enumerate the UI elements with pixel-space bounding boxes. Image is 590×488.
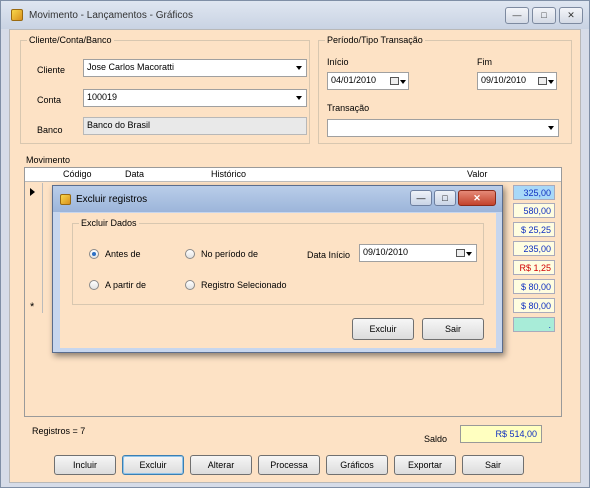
valor-cell[interactable]: R$ 1,25 (513, 260, 555, 275)
radio-button[interactable] (185, 249, 195, 259)
dialog-titlebar[interactable]: Excluir registros — □ ✕ (53, 186, 502, 212)
dialog-sair-button[interactable]: Sair (422, 318, 484, 340)
cliente-combo[interactable]: Jose Carlos Macoratti (83, 59, 307, 77)
periodo-group-title: Período/Tipo Transação (325, 35, 425, 45)
fim-datepicker[interactable]: 09/10/2010 (477, 72, 557, 90)
excluir-registros-dialog: Excluir registros — □ ✕ Excluir Dados An… (52, 185, 503, 353)
dialog-close-button[interactable]: ✕ (458, 190, 496, 206)
valor-cell[interactable]: 325,00 (513, 185, 555, 200)
conta-value: 100019 (87, 92, 118, 102)
dialog-excluir-button[interactable]: Excluir (352, 318, 414, 340)
incluir-button[interactable]: Incluir (54, 455, 116, 475)
saldo-value: R$ 514,00 (460, 425, 542, 443)
radio-no-periodo[interactable]: No período de (185, 249, 258, 259)
radio-a-partir-de[interactable]: A partir de (89, 280, 146, 290)
data-inicio-datepicker[interactable]: 09/10/2010 (359, 244, 477, 262)
new-row-marker: * (30, 301, 35, 313)
window-title: Movimento - Lançamentos - Gráficos (29, 10, 193, 21)
no-periodo-label: No período de (201, 249, 259, 259)
valor-cell[interactable]: $ 80,00 (513, 298, 555, 313)
chevron-down-icon (548, 126, 554, 130)
radio-button-checked[interactable] (89, 249, 99, 259)
main-titlebar[interactable]: Movimento - Lançamentos - Gráficos — □ ✕ (1, 1, 589, 29)
saldo-label: Saldo (424, 434, 448, 444)
excluir-dados-title: Excluir Dados (79, 218, 139, 228)
chevron-down-icon (548, 80, 554, 84)
minimize-button[interactable]: — (505, 7, 529, 24)
fim-label: Fim (477, 57, 492, 67)
excluir-dados-groupbox: Excluir Dados Antes de No período de A p… (72, 218, 484, 305)
dialog-maximize-button[interactable]: □ (434, 190, 456, 206)
dialog-minimize-button[interactable]: — (410, 190, 432, 206)
data-inicio-label: Data Início (307, 250, 351, 260)
calendar-icon (538, 77, 547, 85)
cliente-value: Jose Carlos Macoratti (87, 62, 175, 72)
radio-button[interactable] (185, 280, 195, 290)
calendar-icon (390, 77, 399, 85)
valor-cell[interactable]: . (513, 317, 555, 332)
movimento-title: Movimento (26, 155, 71, 165)
processa-button[interactable]: Processa (258, 455, 320, 475)
maximize-button[interactable]: □ (532, 7, 556, 24)
exportar-button[interactable]: Exportar (394, 455, 456, 475)
radio-antes-de[interactable]: Antes de (89, 249, 141, 259)
excluir-button[interactable]: Excluir (122, 455, 184, 475)
radio-button[interactable] (89, 280, 99, 290)
radio-registro-selecionado[interactable]: Registro Selecionado (185, 280, 287, 290)
graficos-button[interactable]: Gráficos (326, 455, 388, 475)
app-icon (11, 9, 23, 21)
close-button[interactable]: ✕ (559, 7, 583, 24)
periodo-groupbox: Período/Tipo Transação Início 04/01/2010… (318, 35, 572, 144)
valor-cell[interactable]: 580,00 (513, 203, 555, 218)
conta-label: Conta (37, 95, 62, 105)
grid-header: Código Data Histórico Valor (25, 168, 561, 182)
inicio-value: 04/01/2010 (331, 75, 377, 85)
column-valor[interactable]: Valor (467, 169, 487, 179)
valor-cell[interactable]: $ 80,00 (513, 279, 555, 294)
inicio-datepicker[interactable]: 04/01/2010 (327, 72, 409, 90)
chevron-down-icon (400, 80, 406, 84)
registros-count: Registros = 7 (32, 426, 86, 436)
dialog-app-icon (60, 194, 71, 205)
valor-cell[interactable]: 235,00 (513, 241, 555, 256)
registro-selecionado-label: Registro Selecionado (201, 280, 287, 290)
chevron-down-icon (296, 96, 302, 100)
dialog-client-area: Excluir Dados Antes de No período de A p… (60, 213, 496, 348)
dialog-title: Excluir registros (76, 194, 148, 205)
column-historico[interactable]: Histórico (211, 169, 246, 179)
fim-value: 09/10/2010 (481, 75, 527, 85)
data-inicio-value: 09/10/2010 (363, 247, 409, 257)
transacao-label: Transação (327, 103, 370, 113)
current-row-arrow-icon (30, 188, 35, 196)
alterar-button[interactable]: Alterar (190, 455, 252, 475)
calendar-icon (456, 249, 465, 257)
chevron-down-icon (296, 66, 302, 70)
column-data[interactable]: Data (125, 169, 144, 179)
banco-label: Banco (37, 125, 63, 135)
row-header-column (25, 183, 43, 313)
conta-combo[interactable]: 100019 (83, 89, 307, 107)
sair-button[interactable]: Sair (462, 455, 524, 475)
antes-de-label: Antes de (105, 249, 141, 259)
cliente-groupbox: Cliente/Conta/Banco Cliente Jose Carlos … (20, 35, 310, 144)
inicio-label: Início (327, 57, 349, 67)
cliente-group-title: Cliente/Conta/Banco (27, 35, 114, 45)
a-partir-de-label: A partir de (105, 280, 147, 290)
transacao-combo[interactable] (327, 119, 559, 137)
chevron-down-icon (466, 252, 472, 256)
column-codigo[interactable]: Código (63, 169, 92, 179)
cliente-label: Cliente (37, 65, 66, 75)
valor-cell[interactable]: $ 25,25 (513, 222, 555, 237)
banco-field: Banco do Brasil (83, 117, 307, 135)
